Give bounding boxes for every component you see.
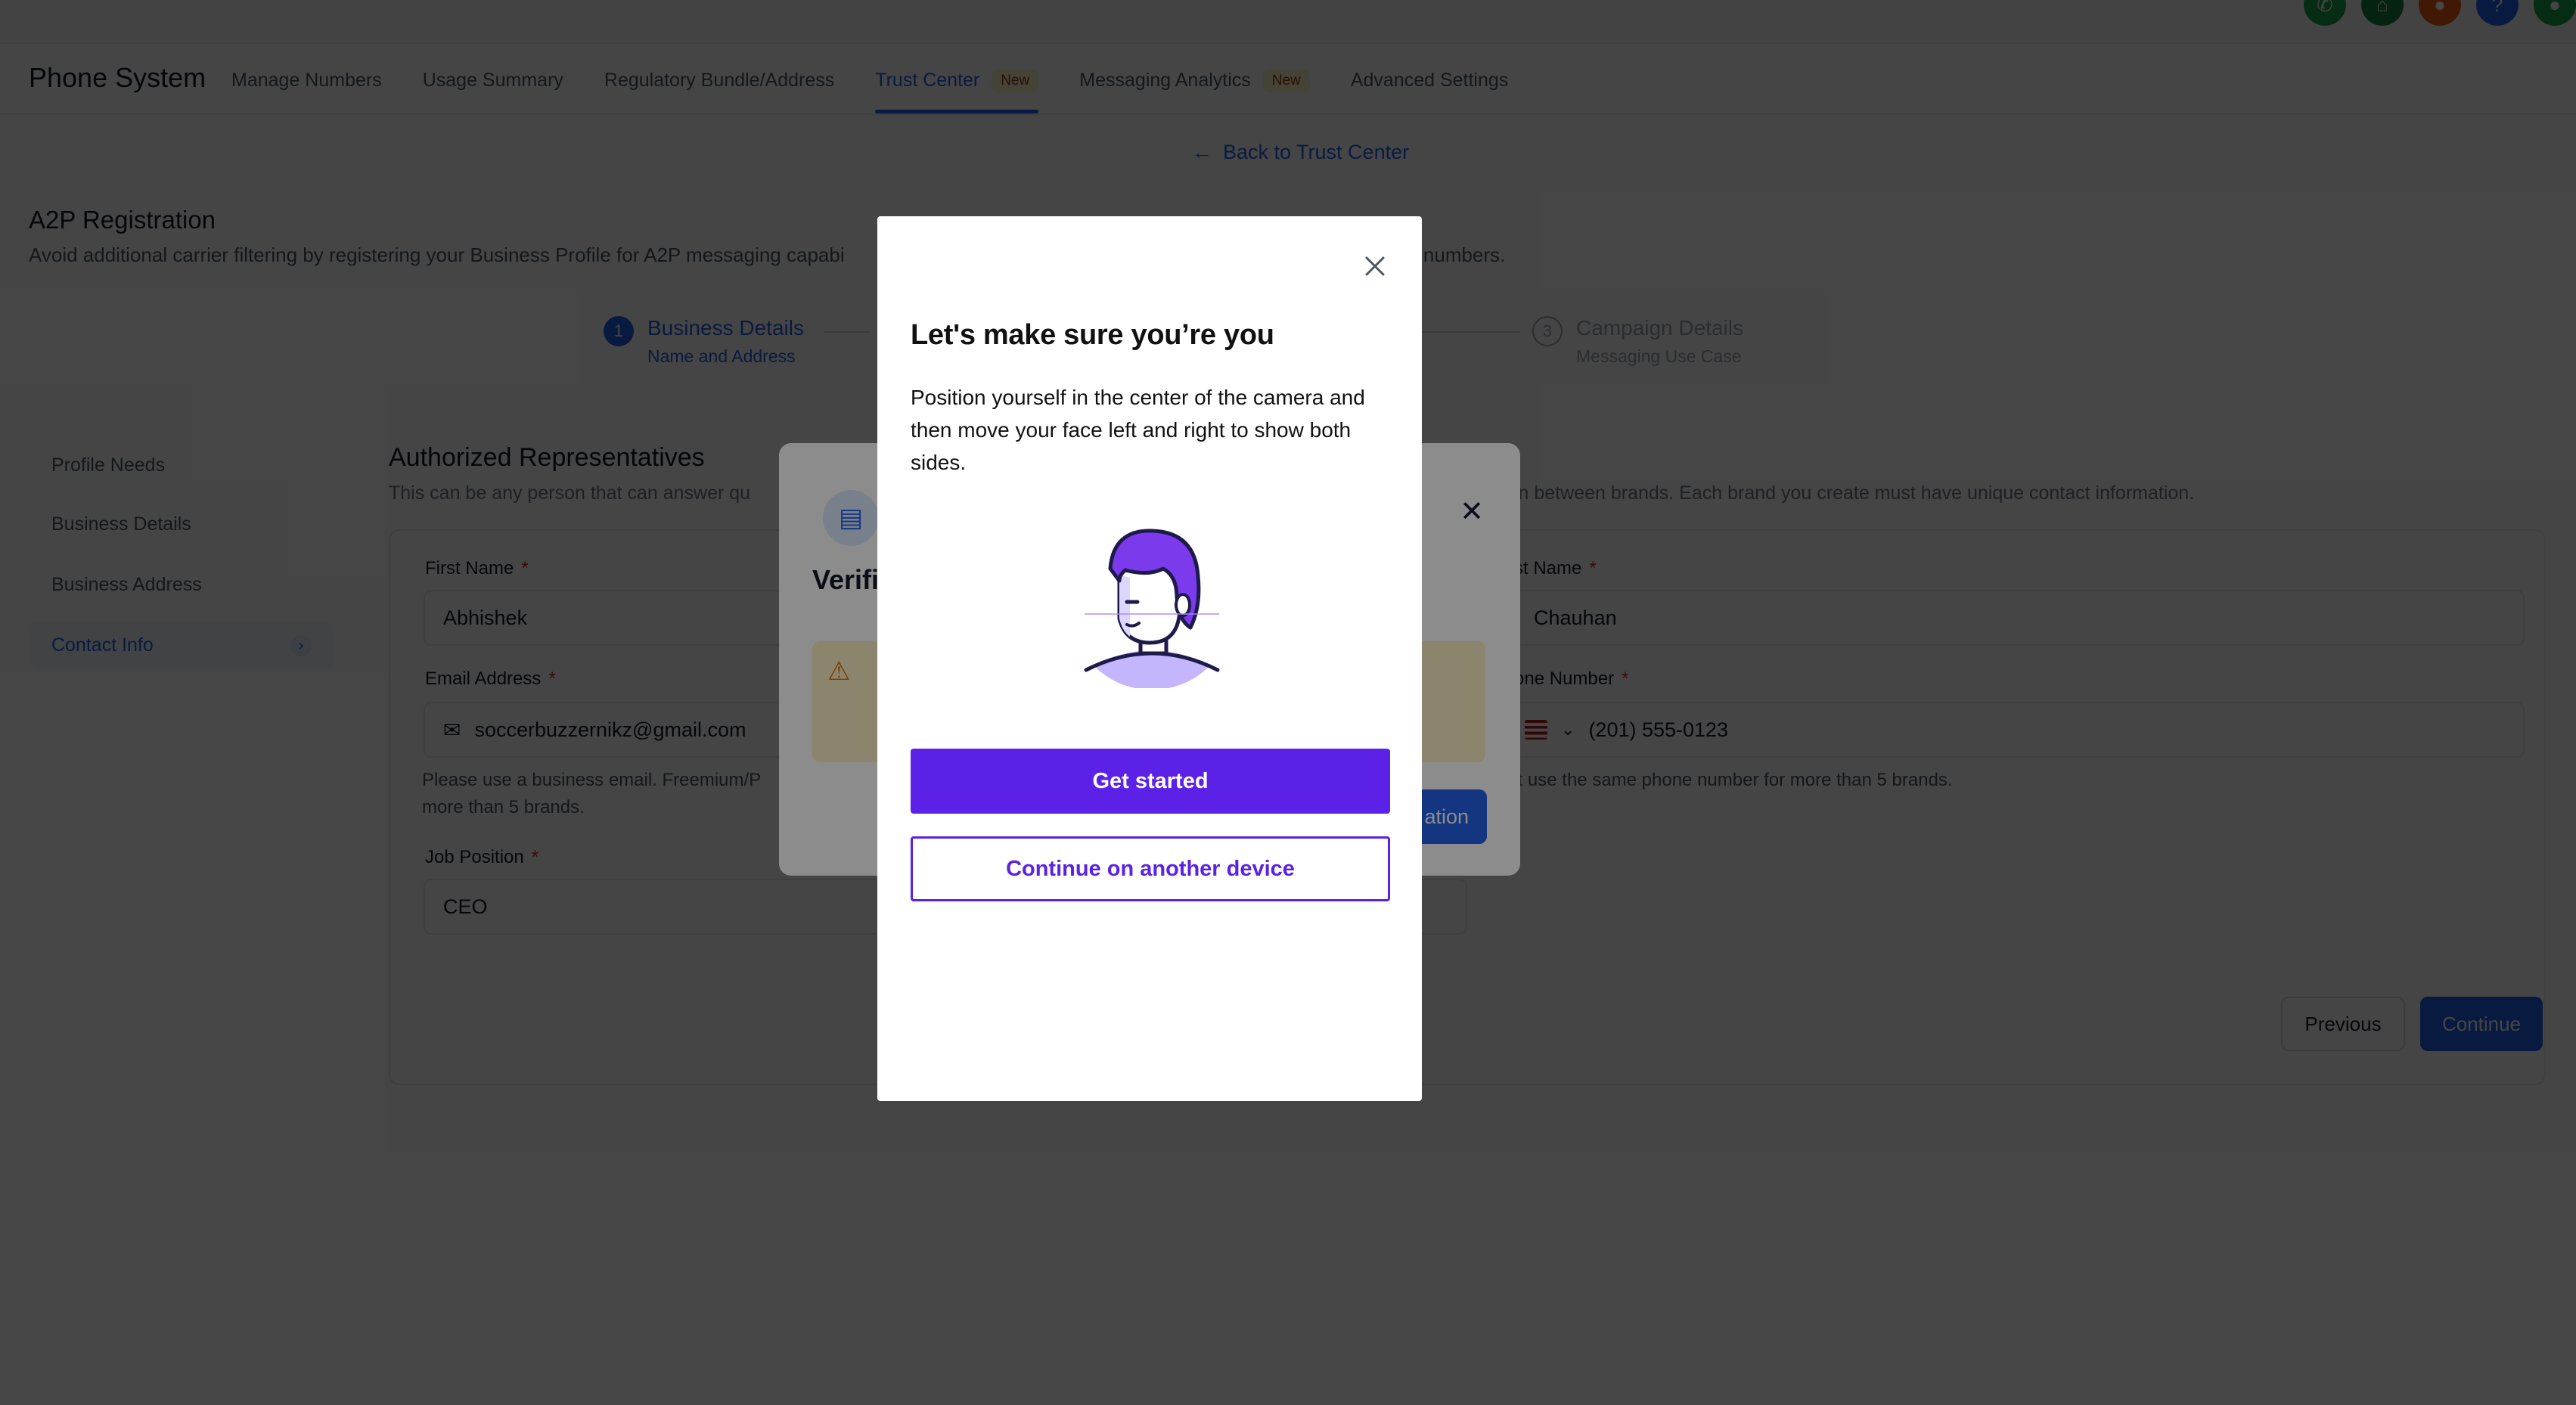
- identity-modal-instructions: Position yourself in the center of the c…: [911, 386, 1365, 474]
- continue-on-another-device-button[interactable]: Continue on another device: [911, 836, 1390, 901]
- get-started-button[interactable]: Get started: [911, 749, 1390, 814]
- close-icon[interactable]: [1360, 251, 1390, 281]
- identity-verification-modal: Let's make sure you’re you Position your…: [877, 216, 1422, 1101]
- identity-modal-title: Let's make sure you’re you: [911, 319, 1274, 351]
- face-scan-illustration-icon: [1084, 529, 1220, 688]
- phone-system-app: ✆ ⌂ ● ? ● Phone System Manage Numbers Us…: [0, 0, 2576, 1405]
